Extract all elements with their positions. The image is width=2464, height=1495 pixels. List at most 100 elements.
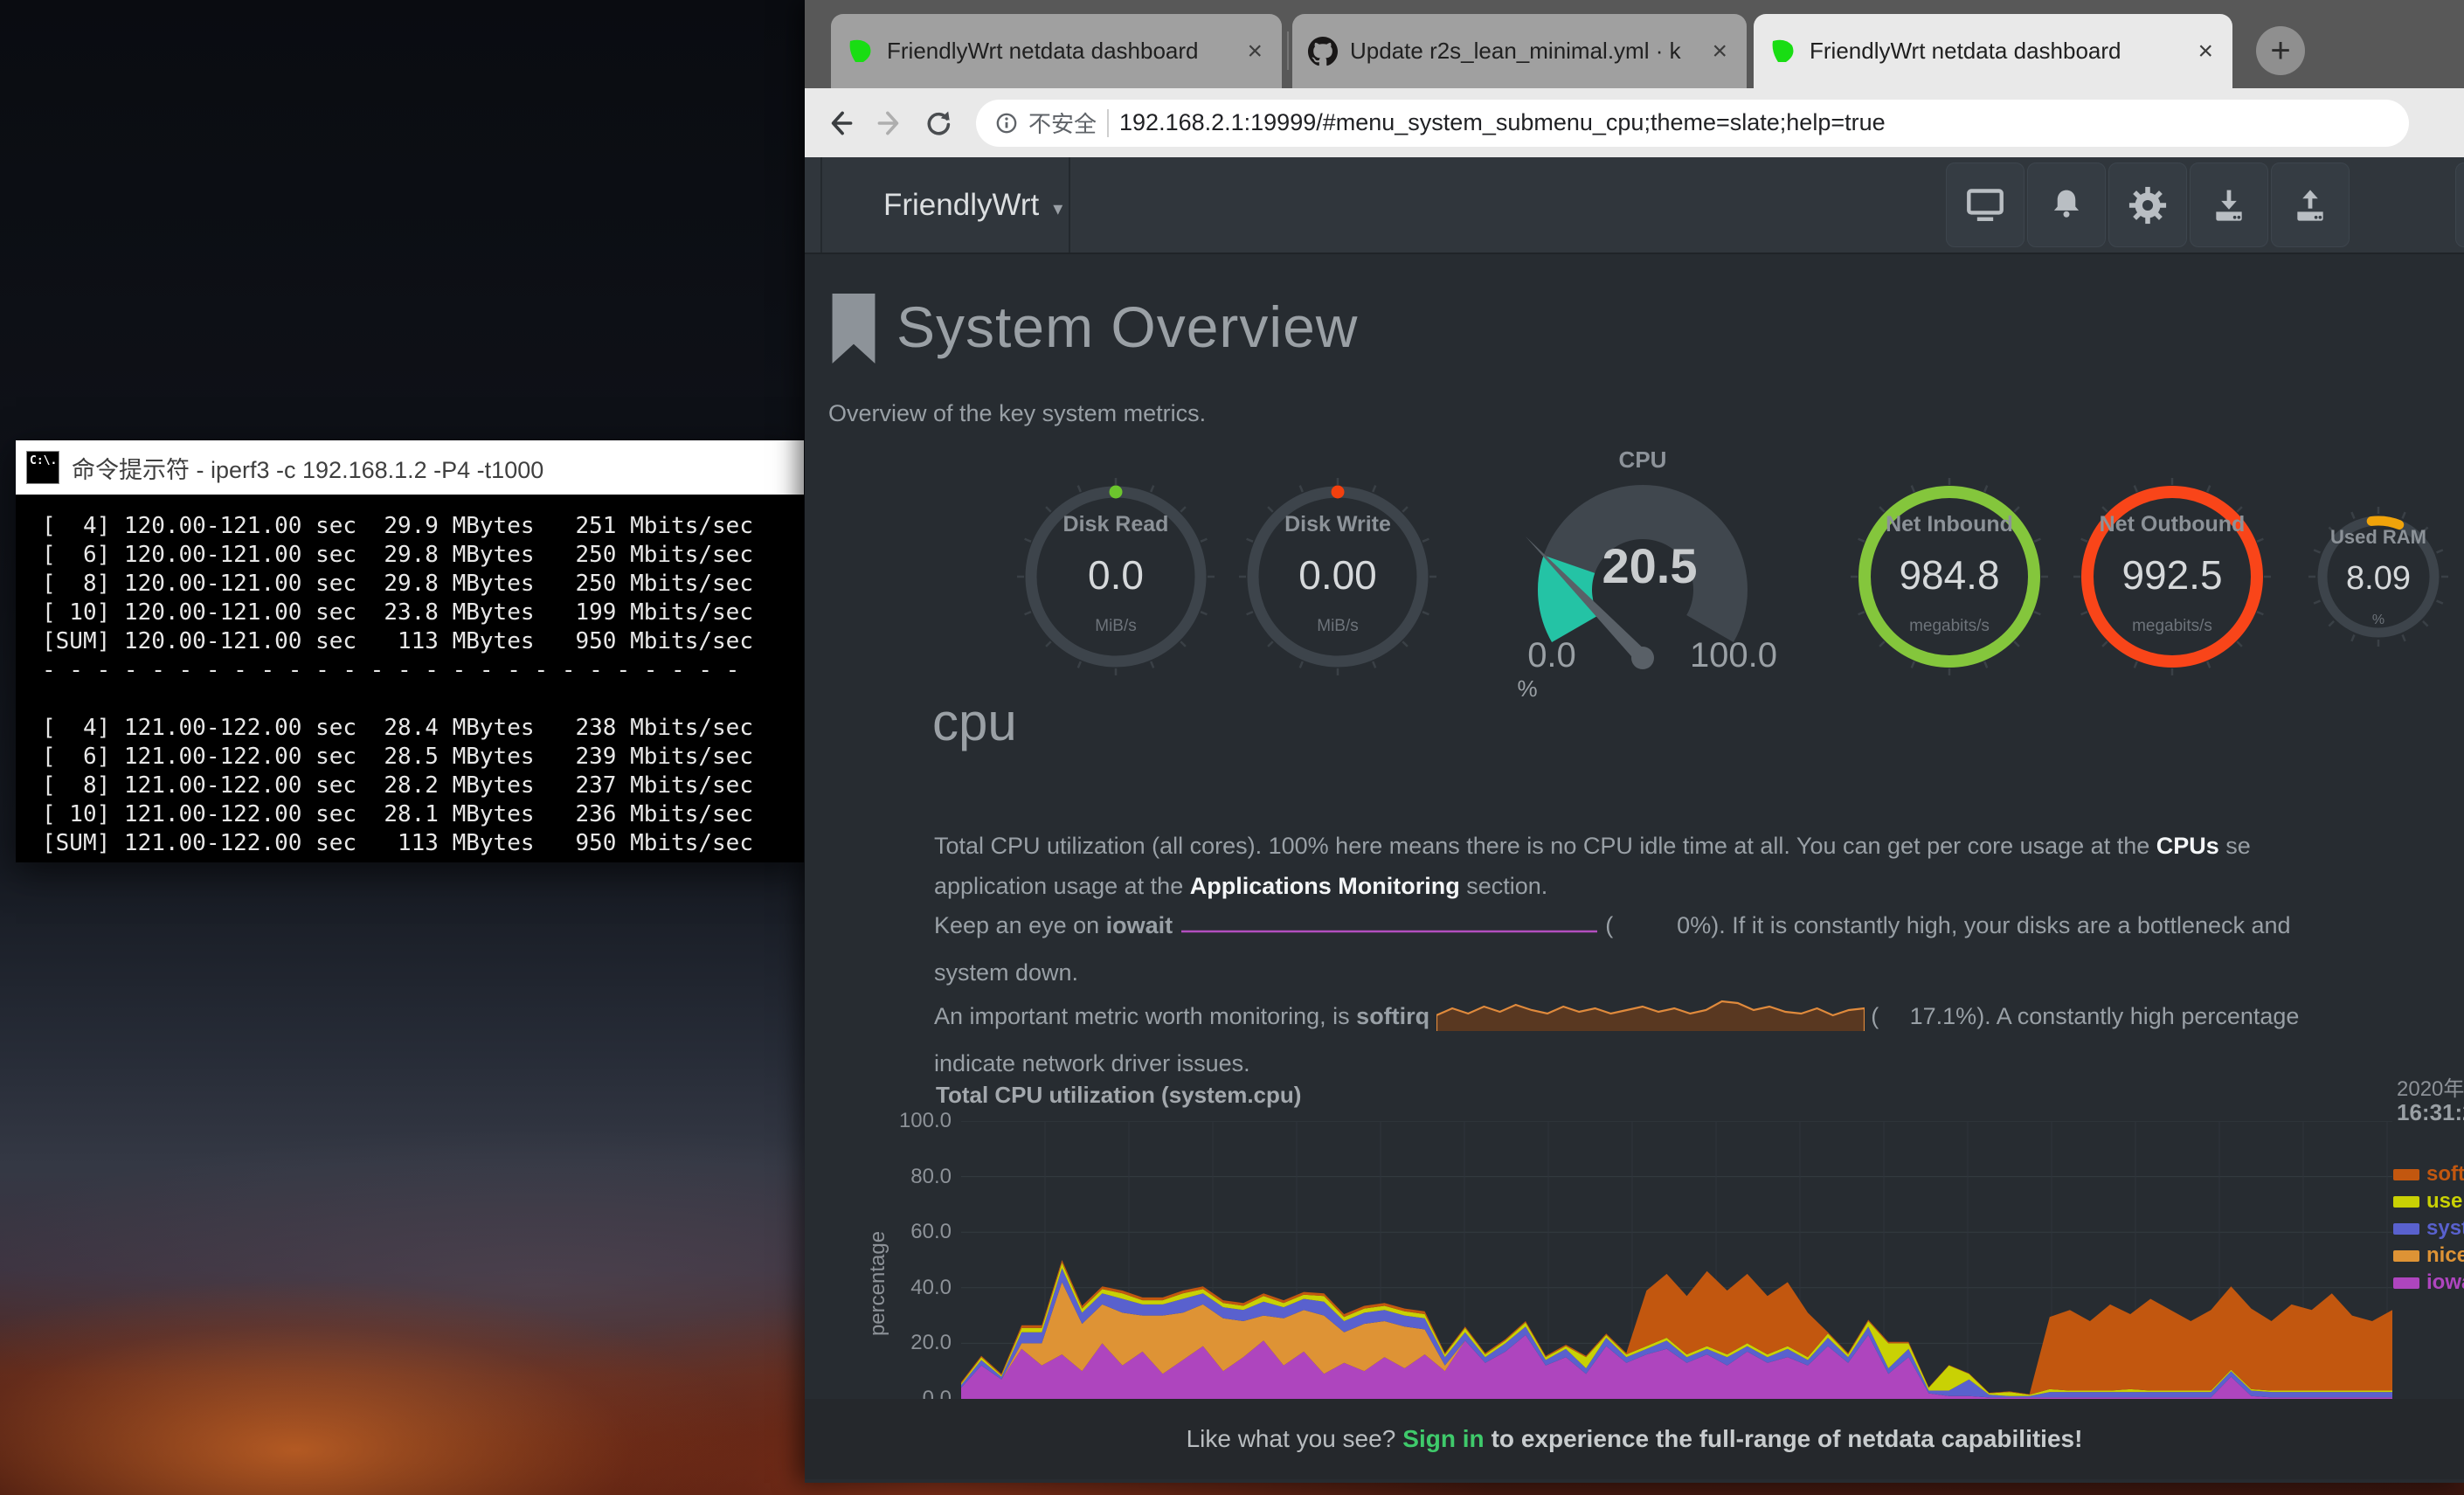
browser-tab-2[interactable]: Update r2s_lean_minimal.yml · k ×: [1292, 14, 1747, 88]
netdata-header: FriendlyWrt ▾: [805, 157, 2464, 254]
link-text[interactable]: Applications Monitoring: [1190, 873, 1460, 899]
svg-text:megabits/s: megabits/s: [2132, 617, 2212, 635]
print-dashboard-button[interactable]: [1946, 163, 2024, 247]
browser-tab-3-active[interactable]: FriendlyWrt netdata dashboard ×: [1754, 14, 2232, 88]
terminal-line: [SUM] 121.00-122.00 sec 113 MBytes 950 M…: [42, 829, 804, 858]
paragraph-line: Keep an eye on iowait (0%). If it is con…: [934, 906, 2464, 953]
tab-close-icon[interactable]: ×: [1708, 38, 1731, 65]
tab-close-icon[interactable]: ×: [1243, 38, 1266, 65]
header-button-partial[interactable]: [2455, 163, 2464, 247]
bookmark-icon: [830, 294, 877, 363]
svg-text:Disk Write: Disk Write: [1284, 512, 1391, 536]
browser-window: FriendlyWrt netdata dashboard × Update r…: [805, 0, 2464, 1483]
paragraph-line: Total CPU utilization (all cores). 100% …: [934, 827, 2464, 867]
metric-name: iowait: [1106, 912, 1173, 938]
legend-item-system[interactable]: system: [2393, 1216, 2464, 1241]
gauge-disk-read[interactable]: Disk Read 0.0 MiB/s: [1015, 476, 1216, 682]
bell-icon: [2047, 186, 2086, 225]
svg-text:8.09: 8.09: [2346, 560, 2411, 597]
chart-date-label: 2020年3: [2397, 1071, 2464, 1102]
paragraph-text: Total CPU utilization (all cores). 100% …: [934, 833, 2156, 859]
cpu-description: Total CPU utilization (all cores). 100% …: [934, 827, 2464, 1083]
header-divider: [1069, 157, 1070, 253]
netdata-page: FriendlyWrt ▾: [805, 157, 2464, 1483]
desktop: C:\. 命令提示符 - iperf3 -c 192.168.1.2 -P4 -…: [0, 0, 2464, 1495]
forward-button[interactable]: [869, 103, 910, 143]
security-label[interactable]: 不安全: [1028, 107, 1097, 139]
y-tick-label: 20.0: [882, 1331, 952, 1355]
hostname-dropdown[interactable]: FriendlyWrt ▾: [883, 157, 1062, 253]
svg-text:megabits/s: megabits/s: [1909, 617, 1990, 635]
svg-text:100.0: 100.0: [1690, 636, 1777, 675]
export-snapshot-button[interactable]: [2271, 163, 2350, 247]
banner-text-prefix: Like what you see?: [1187, 1425, 1396, 1453]
paragraph-line: indicate network driver issues.: [934, 1044, 2464, 1084]
svg-text:MiB/s: MiB/s: [1095, 617, 1137, 635]
chart-title: Total CPU utilization (system.cpu): [936, 1082, 1301, 1109]
header-divider: [820, 157, 822, 253]
tab-title: FriendlyWrt netdata dashboard: [887, 38, 1231, 65]
svg-text:20.5: 20.5: [1602, 538, 1698, 593]
browser-tab-1[interactable]: FriendlyWrt netdata dashboard ×: [831, 14, 1282, 88]
terminal-line: [42, 685, 804, 714]
url-bar[interactable]: 不安全 192.168.2.1:19999/#menu_system_subme…: [976, 100, 2409, 147]
section-heading-cpu: cpu: [932, 692, 1017, 752]
page-subtitle: Overview of the key system metrics.: [828, 400, 1206, 427]
page-title: System Overview: [896, 294, 1358, 360]
terminal-line: - - - - - - - - - - - - - - - - - - - - …: [42, 656, 804, 685]
iowait-sparkline[interactable]: [1180, 910, 1599, 953]
svg-text:Disk Read: Disk Read: [1063, 512, 1169, 536]
svg-text:CPU: CPU: [1619, 450, 1667, 473]
svg-text:%: %: [1517, 675, 1537, 702]
import-snapshot-button[interactable]: [2190, 163, 2268, 247]
paragraph-text: indicate network driver issues.: [934, 1050, 1250, 1076]
sign-in-link[interactable]: Sign in: [1402, 1425, 1484, 1453]
svg-text:984.8: 984.8: [1899, 552, 1999, 598]
link-text[interactable]: CPUs: [2156, 833, 2219, 859]
back-button[interactable]: [820, 103, 861, 143]
terminal-titlebar[interactable]: C:\. 命令提示符 - iperf3 -c 192.168.1.2 -P4 -…: [16, 440, 804, 495]
gauge-used-ram[interactable]: Used RAM8.09%: [2295, 494, 2461, 664]
legend-label: nice: [2426, 1243, 2464, 1268]
paragraph-text: (: [1865, 1003, 1879, 1029]
gauge-net-inbound[interactable]: Net Inbound 984.8 megabits/s: [1849, 476, 2050, 682]
alarms-button[interactable]: [2027, 163, 2106, 247]
page-title-row: System Overview: [830, 294, 1358, 363]
url-separator: [1107, 109, 1109, 137]
chart-time-label: 16:31:2: [2397, 1099, 2464, 1126]
legend-swatch: [2393, 1277, 2419, 1289]
url-text[interactable]: 192.168.2.1:19999/#menu_system_submenu_c…: [1119, 109, 1886, 136]
gauge-cpu[interactable]: CPU20.50.0100.0%: [1503, 450, 1782, 716]
netdata-icon: [1769, 38, 1797, 66]
legend-swatch: [2393, 1169, 2419, 1180]
legend-item-nice[interactable]: nice: [2393, 1243, 2464, 1268]
svg-text:0.0: 0.0: [1088, 552, 1144, 598]
terminal-line: [SUM] 120.00-121.00 sec 113 MBytes 950 M…: [42, 627, 804, 656]
tab-close-icon[interactable]: ×: [2194, 38, 2217, 65]
legend-swatch: [2393, 1223, 2419, 1235]
svg-text:992.5: 992.5: [2121, 552, 2222, 598]
legend-item-user[interactable]: user: [2393, 1189, 2464, 1214]
settings-button[interactable]: [2108, 163, 2187, 247]
tab-title: Update r2s_lean_minimal.yml · k: [1350, 38, 1696, 65]
y-tick-label: 60.0: [882, 1220, 952, 1244]
terminal-line: [ 4] 121.00-122.00 sec 28.4 MBytes 238 M…: [42, 714, 804, 743]
metric-value: 0%: [1613, 906, 1711, 946]
gauge-net-outbound[interactable]: Net Outbound992.5megabits/s: [2072, 476, 2273, 682]
monitor-icon: [1966, 186, 2004, 225]
paragraph-text: application usage at the: [934, 873, 1190, 899]
reload-button[interactable]: [918, 103, 959, 143]
gauge-disk-write[interactable]: Disk Write0.00MiB/s: [1237, 476, 1438, 682]
cpu-utilization-chart[interactable]: [961, 1121, 2392, 1399]
svg-text:Net Inbound: Net Inbound: [1886, 512, 2013, 536]
legend-label: iowait: [2426, 1270, 2464, 1295]
softirq-sparkline[interactable]: [1436, 993, 1865, 1044]
new-tab-button[interactable]: +: [2256, 26, 2305, 75]
terminal-title: 命令提示符 - iperf3 -c 192.168.1.2 -P4 -t1000: [72, 451, 543, 485]
tab-title: FriendlyWrt netdata dashboard: [1810, 38, 2182, 65]
paragraph-text: [1173, 912, 1180, 938]
terminal-line: [ 10] 120.00-121.00 sec 23.8 MBytes 199 …: [42, 599, 804, 627]
reload-icon: [922, 107, 955, 140]
legend-item-softirq[interactable]: softirq: [2393, 1162, 2464, 1187]
legend-item-iowait[interactable]: iowait: [2393, 1270, 2464, 1295]
